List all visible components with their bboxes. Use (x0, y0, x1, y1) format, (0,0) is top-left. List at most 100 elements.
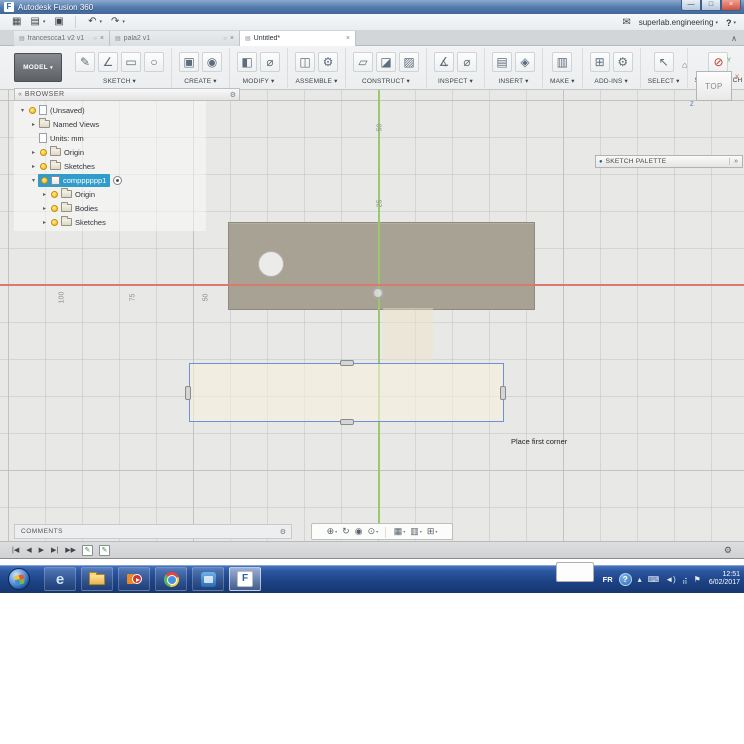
timeline-play-icon[interactable]: ▶ (39, 546, 44, 554)
selected-sketch-rectangle[interactable] (189, 363, 504, 422)
account-caret-icon[interactable]: ▾ (715, 20, 718, 26)
ribbon-group-label[interactable]: CREATE ▾ (184, 77, 217, 85)
ribbon-group-create[interactable]: ▣ ◉ CREATE ▾ (172, 48, 230, 88)
sketch-handle-top[interactable] (340, 360, 354, 366)
visibility-bulb-icon[interactable] (40, 148, 47, 156)
app-menu-icon[interactable]: ▦ (12, 14, 21, 30)
notification-icon[interactable]: ✉ (622, 15, 630, 31)
body-hole[interactable] (258, 251, 284, 277)
taskbar-file-explorer[interactable] (81, 567, 113, 591)
ribbon-group-select[interactable]: ↖ SELECT ▾ (641, 48, 688, 88)
tab-close-icon[interactable]: × (100, 35, 104, 42)
tray-keyboard-icon[interactable]: ⌨ (648, 575, 660, 584)
sketch-tool-icon[interactable]: ∠ (98, 52, 118, 72)
expander-closed-icon[interactable]: ▸ (40, 191, 49, 198)
ribbon-group-label[interactable]: ASSEMBLE ▾ (295, 77, 337, 85)
expander-closed-icon[interactable]: ▸ (40, 205, 49, 212)
expander-closed-icon[interactable]: ▸ (40, 219, 49, 226)
browser-item-label[interactable]: Origin (75, 190, 95, 199)
ribbon-collapse-icon[interactable]: ∧ (731, 34, 737, 43)
zoom-icon[interactable]: ⊙ (368, 526, 376, 537)
assemble-tool-icon[interactable]: ◫ (295, 52, 315, 72)
create-tool-icon[interactable]: ▣ (179, 52, 199, 72)
orbit-icon[interactable]: ↻ (342, 526, 350, 537)
tab-untitled-active[interactable]: ▤ Untitled* × (240, 31, 356, 46)
file-icon[interactable]: ▤ (30, 14, 39, 30)
browser-item-units-mm[interactable]: Units: mm (14, 131, 206, 145)
titlebar[interactable]: F Autodesk Fusion 360 — □ × (0, 0, 744, 14)
inspect-tool-icon[interactable]: ∡ (434, 52, 454, 72)
sketch-tool-icon[interactable]: ○ (144, 52, 164, 72)
tab-close-icon[interactable]: × (230, 35, 234, 42)
viewcube-face[interactable]: TOP (696, 71, 732, 101)
add-ins-tool-icon[interactable]: ⚙ (612, 52, 633, 72)
tab-label[interactable]: pala2 v1 (124, 35, 221, 42)
expander-open-icon[interactable]: ▾ (18, 107, 27, 114)
modify-tool-icon[interactable]: ◧ (237, 52, 257, 72)
ribbon-group-insert[interactable]: ▤ ◈ INSERT ▾ (485, 48, 543, 88)
pan-icon[interactable]: ⊕ (327, 526, 335, 537)
browser-item-sketches[interactable]: ▸ Sketches (14, 159, 206, 173)
browser-item-origin[interactable]: ▸ Origin (14, 145, 206, 159)
visibility-bulb-icon[interactable] (29, 106, 36, 114)
timeline-step-forward-icon[interactable]: ▶| (51, 546, 58, 554)
ribbon-group-inspect[interactable]: ∡ ⌀ INSPECT ▾ (427, 48, 485, 88)
timeline-sketch-feature-1[interactable]: ✎ (81, 544, 93, 556)
taskbar-chrome[interactable] (155, 567, 187, 591)
viewports-icon[interactable]: ⊞ (427, 526, 435, 537)
start-button[interactable] (8, 568, 30, 590)
assemble-tool-icon[interactable]: ⚙ (318, 52, 338, 72)
file-caret-icon[interactable]: ▾ (43, 19, 46, 25)
expander-closed-icon[interactable]: ▸ (29, 149, 38, 156)
timeline-gear-icon[interactable]: ⚙ (724, 545, 732, 556)
viewports-caret-icon[interactable]: ▾ (435, 529, 437, 534)
viewcube[interactable]: ⌂ TOP X Y Z (682, 58, 742, 112)
expander-closed-icon[interactable]: ▸ (29, 121, 38, 128)
expander-open-icon[interactable]: ▾ (29, 177, 38, 184)
tab-francescca1[interactable]: ▤ francescca1 v2 v1 ○ × (14, 31, 110, 46)
save-icon[interactable]: ▣ (54, 14, 63, 30)
account-menu[interactable]: superlab.engineering (639, 18, 714, 27)
ribbon-group-assemble[interactable]: ◫ ⚙ ASSEMBLE ▾ (288, 48, 346, 88)
tray-network-icon[interactable]: ⣴ (682, 575, 688, 584)
browser-item-label[interactable]: Bodies (75, 204, 98, 213)
tray-expand-icon[interactable]: ▴ (638, 575, 642, 584)
undo-caret-icon[interactable]: ▾ (100, 19, 103, 25)
inspect-tool-icon[interactable]: ⌀ (457, 52, 477, 72)
browser-item-label[interactable]: Named Views (53, 120, 99, 129)
browser-item-label[interactable]: Sketches (75, 218, 106, 227)
tab-sync-icon[interactable]: ○ (93, 36, 97, 42)
ribbon-group-label[interactable]: MAKE ▾ (550, 77, 575, 85)
redo-icon[interactable]: ↷ (111, 14, 119, 30)
ribbon-group-modify[interactable]: ◧ ⌀ MODIFY ▾ (230, 48, 288, 88)
browser-item-label[interactable]: Sketches (64, 162, 95, 171)
activate-component-radio[interactable] (113, 175, 123, 185)
taskbar-media-app[interactable] (118, 567, 150, 591)
taskbar-internet-explorer[interactable]: e (44, 567, 76, 591)
tray-help-icon[interactable]: ? (618, 572, 632, 586)
sketch-handle-bottom[interactable] (340, 419, 354, 425)
tab-close-icon[interactable]: × (346, 35, 350, 42)
close-button[interactable]: × (721, 0, 741, 11)
sketch-handle-right[interactable] (500, 386, 506, 400)
pan-caret-icon[interactable]: ▾ (335, 529, 337, 534)
construct-tool-icon[interactable]: ▱ (353, 52, 373, 72)
ribbon-group-label[interactable]: SKETCH ▾ (103, 77, 136, 85)
ribbon-group-label[interactable]: ADD-INS ▾ (594, 77, 628, 85)
make-tool-icon[interactable]: ▥ (552, 52, 573, 72)
ribbon-group-sketch[interactable]: ✎ ∠ ▭ ○ SKETCH ▾ (68, 48, 172, 88)
browser-item-origin[interactable]: ▸ Origin (14, 187, 206, 201)
browser-item-label[interactable]: compppppp1 (63, 176, 106, 185)
display-caret-icon[interactable]: ▾ (403, 529, 405, 534)
sketch-tool-icon[interactable]: ▭ (121, 52, 141, 72)
tab-label[interactable]: Untitled* (254, 35, 343, 42)
taskbar-viewer-app[interactable] (192, 567, 224, 591)
grid-caret-icon[interactable]: ▾ (420, 529, 422, 534)
comments-panel-header[interactable]: COMMENTS ⚙ (14, 524, 292, 539)
comments-gear-icon[interactable]: ⚙ (280, 528, 286, 536)
construct-tool-icon[interactable]: ◪ (376, 52, 396, 72)
ribbon-group-label[interactable]: CONSTRUCT ▾ (362, 77, 410, 85)
visibility-bulb-icon[interactable] (41, 176, 48, 184)
language-indicator[interactable]: FR (603, 575, 613, 584)
ribbon-group-label[interactable]: MODIFY ▾ (243, 77, 275, 85)
